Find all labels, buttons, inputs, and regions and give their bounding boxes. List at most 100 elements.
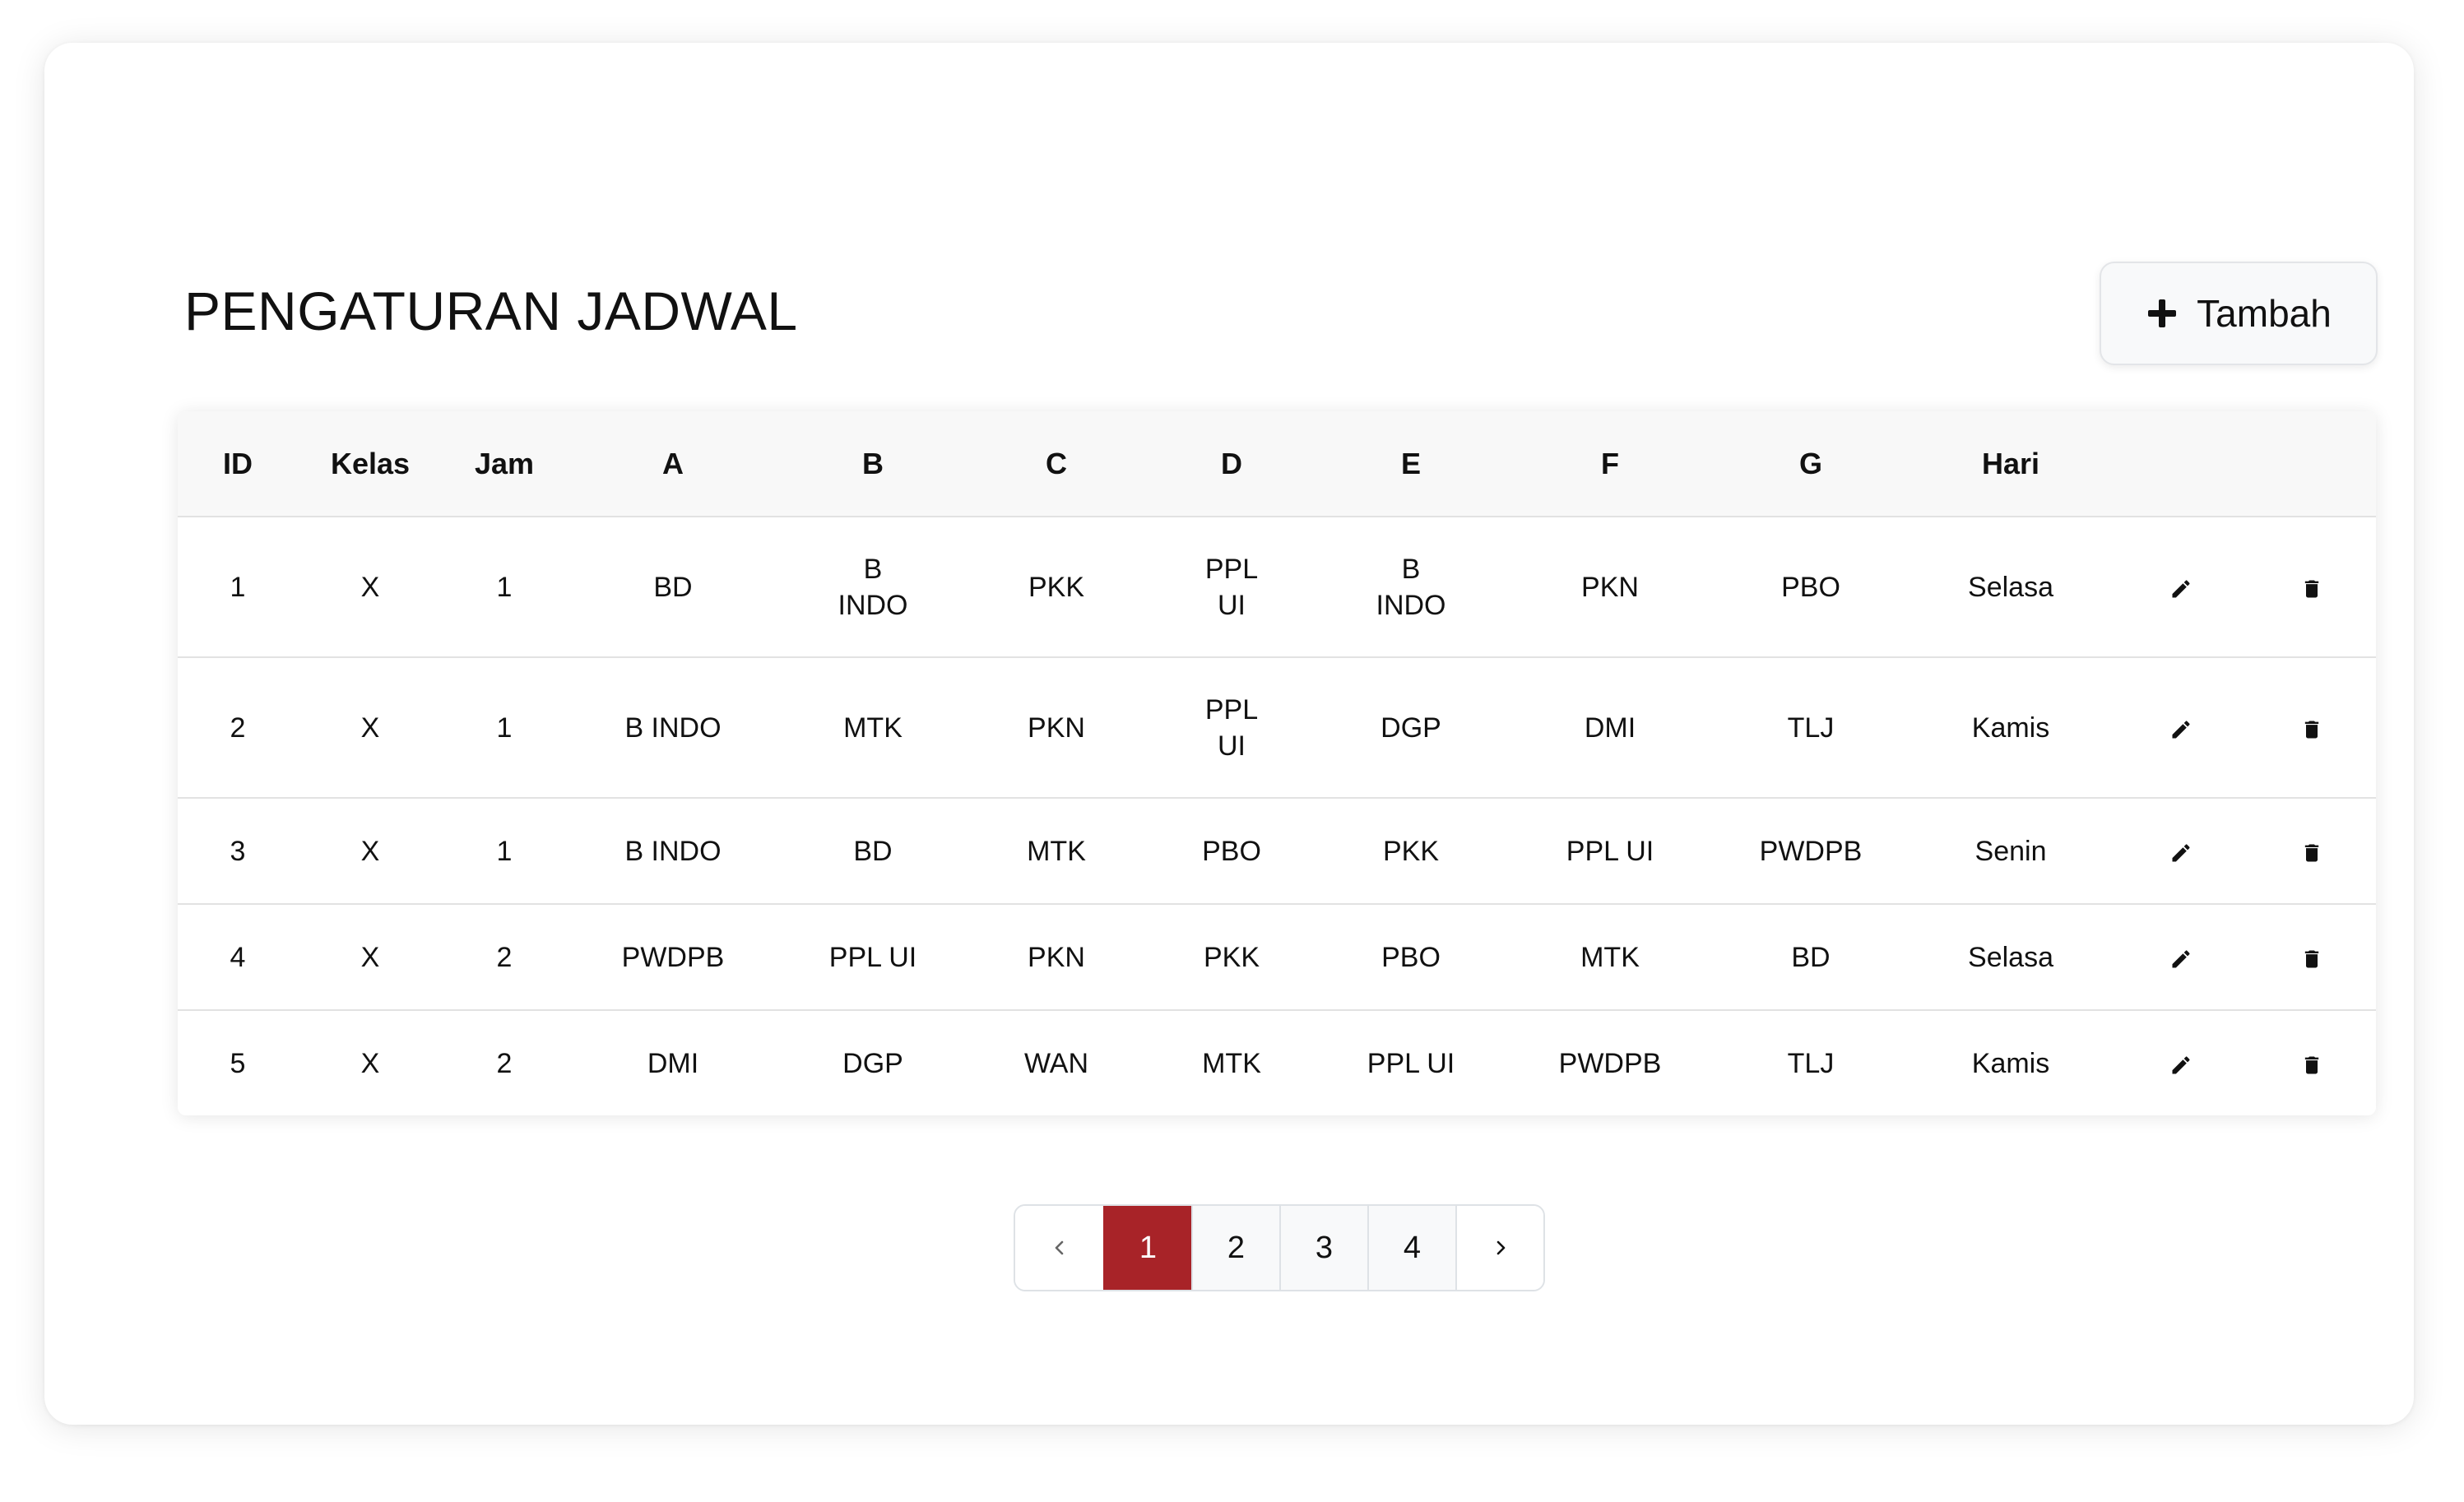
trash-icon[interactable] (2300, 718, 2323, 741)
cell-kelas: X (360, 712, 380, 744)
schedule-table: ID Kelas Jam A B C D E F G Hari 1 X 1 BD… (178, 411, 2376, 1115)
pagination-page-3[interactable]: 3 (1279, 1206, 1367, 1290)
cell-b: BD (853, 835, 893, 867)
cell-e: PBO (1381, 941, 1441, 973)
cell-e: B INDO (1316, 517, 1506, 657)
cell-hari: Selasa (1968, 571, 2053, 603)
cell-b-text: B INDO (838, 553, 908, 621)
cell-c: PKN (1028, 941, 1085, 973)
cell-f: PPL UI (1566, 835, 1654, 867)
pencil-icon[interactable] (2169, 577, 2193, 600)
cell-hari: Kamis (1971, 1048, 2050, 1079)
cell-a: BD (653, 571, 693, 603)
cell-e: PKK (1382, 835, 1440, 867)
cell-g: PBO (1781, 571, 1840, 603)
column-header-edit (2114, 411, 2248, 517)
cell-delete (2248, 798, 2376, 904)
pagination-prev-button[interactable] (1015, 1206, 1103, 1290)
cell-f: PKN (1581, 571, 1639, 603)
cell-edit (2114, 657, 2248, 798)
cell-d-text: PPL UI (1204, 553, 1259, 621)
cell-g: TLJ (1787, 712, 1835, 744)
pagination-page-1[interactable]: 1 (1103, 1206, 1191, 1290)
cell-edit (2114, 904, 2248, 1010)
pagination-page-4[interactable]: 4 (1367, 1206, 1455, 1290)
column-header-f: F (1601, 446, 1619, 480)
table-row: 2 X 1 B INDO MTK PKN PPL UI DGP DMI TLJ … (178, 657, 2376, 798)
cell-id: 1 (230, 571, 246, 603)
cell-d: PPL UI (1147, 517, 1316, 657)
table-row: 1 X 1 BD B INDO PKK PPL UI B INDO PKN PB… (178, 517, 2376, 657)
cell-delete (2248, 1010, 2376, 1115)
trash-icon[interactable] (2300, 577, 2323, 600)
table-row: 5 X 2 DMI DGP WAN MTK PPL UI PWDPB TLJ K… (178, 1010, 2376, 1115)
cell-jam: 2 (496, 941, 513, 973)
table-header-row: ID Kelas Jam A B C D E F G Hari (178, 411, 2376, 517)
column-header-id: ID (223, 446, 253, 480)
cell-hari: Selasa (1968, 941, 2053, 973)
cell-jam: 1 (496, 571, 513, 603)
cell-g: BD (1791, 941, 1831, 973)
trash-icon[interactable] (2300, 1054, 2323, 1077)
cell-e: DGP (1380, 712, 1441, 744)
column-header-delete (2248, 411, 2376, 517)
page-title: PENGATURAN JADWAL (184, 280, 798, 341)
table-row: 3 X 1 B INDO BD MTK PBO PKK PPL UI PWDPB… (178, 798, 2376, 904)
cell-d: MTK (1202, 1048, 1261, 1079)
cell-f: MTK (1580, 941, 1640, 973)
column-header-c: C (1046, 446, 1067, 480)
trash-icon[interactable] (2300, 841, 2323, 865)
cell-b: DGP (842, 1048, 903, 1079)
cell-a: B INDO (624, 835, 722, 867)
cell-id: 4 (230, 941, 246, 973)
column-header-hari: Hari (1981, 446, 2040, 480)
cell-kelas: X (360, 835, 380, 867)
cell-b: PPL UI (828, 941, 917, 973)
pagination-next-button[interactable] (1455, 1206, 1543, 1290)
cell-id: 5 (230, 1048, 246, 1079)
cell-delete (2248, 517, 2376, 657)
cell-a: B INDO (624, 712, 722, 744)
cell-b: MTK (843, 712, 903, 744)
cell-edit (2114, 1010, 2248, 1115)
pencil-icon[interactable] (2169, 1054, 2193, 1077)
cell-hari: Kamis (1971, 712, 2050, 744)
cell-id: 3 (230, 835, 246, 867)
column-header-d: D (1221, 446, 1242, 480)
cell-d: PBO (1202, 835, 1261, 867)
column-header-g: G (1798, 446, 1822, 480)
column-header-b: B (862, 446, 884, 480)
cell-kelas: X (360, 941, 380, 973)
column-header-jam: Jam (474, 446, 535, 480)
chevron-left-icon (1055, 1240, 1063, 1255)
cell-e: PPL UI (1367, 1048, 1455, 1079)
cell-hari: Senin (1974, 835, 2047, 867)
plus-icon (2148, 299, 2177, 327)
pencil-icon[interactable] (2169, 841, 2193, 865)
cell-delete (2248, 904, 2376, 1010)
column-header-a: A (662, 446, 684, 480)
cell-g: TLJ (1787, 1048, 1835, 1079)
pencil-icon[interactable] (2169, 718, 2193, 741)
cell-c: PKN (1028, 712, 1085, 744)
column-header-kelas: Kelas (330, 446, 411, 480)
cell-a: PWDPB (621, 941, 725, 973)
cell-d: PKK (1203, 941, 1260, 973)
cell-id: 2 (230, 712, 246, 744)
cell-edit (2114, 517, 2248, 657)
trash-icon[interactable] (2300, 948, 2323, 971)
cell-c: WAN (1023, 1048, 1089, 1079)
pagination-page-2[interactable]: 2 (1191, 1206, 1279, 1290)
cell-c: PKK (1028, 571, 1085, 603)
chevron-right-icon (1496, 1240, 1505, 1255)
table-row: 4 X 2 PWDPB PPL UI PKN PKK PBO MTK BD Se… (178, 904, 2376, 1010)
cell-d-text: PPL UI (1204, 693, 1259, 762)
add-button[interactable]: Tambah (2100, 262, 2378, 365)
cell-a: DMI (647, 1048, 699, 1079)
cell-g: PWDPB (1759, 835, 1863, 867)
cell-delete (2248, 657, 2376, 798)
cell-jam: 2 (496, 1048, 513, 1079)
main-card: PENGATURAN JADWAL Tambah ID Kelas Jam A (44, 43, 2414, 1425)
cell-c: MTK (1027, 835, 1086, 867)
pencil-icon[interactable] (2169, 948, 2193, 971)
